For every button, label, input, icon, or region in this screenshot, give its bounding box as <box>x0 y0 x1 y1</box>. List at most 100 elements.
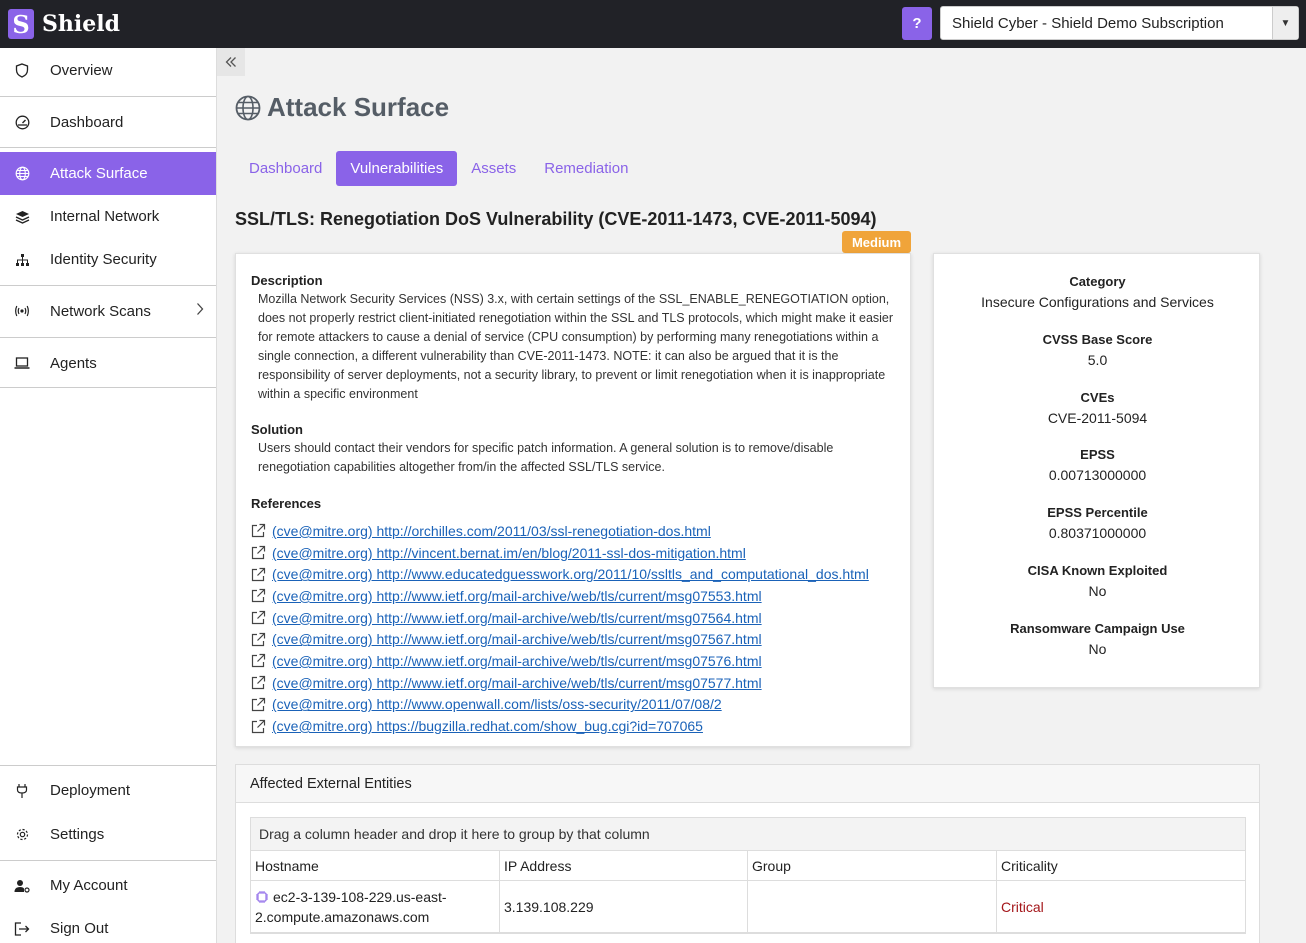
cell-hostname: ec2-3-139-108-229.us-east- 2.compute.ama… <box>251 881 500 932</box>
subscription-select[interactable]: Shield Cyber - Shield Demo Subscription … <box>940 6 1299 40</box>
reference-item: (cve@mitre.org) https://bugzilla.redhat.… <box>251 715 869 737</box>
meta-value: CVE-2011-5094 <box>1047 410 1148 426</box>
caret-down-icon[interactable]: ▼ <box>1272 7 1298 39</box>
external-link-icon <box>251 654 266 668</box>
reference-link[interactable]: (cve@mitre.org) http://www.ietf.org/mail… <box>272 588 762 604</box>
column-header-hostname[interactable]: Hostname <box>251 851 500 880</box>
meta-label: Ransomware Campaign Use <box>1010 621 1185 636</box>
sidebar-item-settings[interactable]: Settings <box>0 813 216 856</box>
reference-item: (cve@mitre.org) http://www.openwall.com/… <box>251 694 869 716</box>
reference-item: (cve@mitre.org) http://www.ietf.org/mail… <box>251 672 869 694</box>
reference-link[interactable]: (cve@mitre.org) http://www.ietf.org/mail… <box>272 653 762 669</box>
divider <box>0 387 216 388</box>
divider <box>0 285 216 286</box>
meta-label: EPSS Percentile <box>1047 505 1148 520</box>
affected-entities-card: Affected External Entities Drag a column… <box>235 764 1260 943</box>
reference-item: (cve@mitre.org) http://orchilles.com/201… <box>251 520 869 542</box>
vulnerability-meta-card: Category Insecure Configurations and Ser… <box>933 253 1260 688</box>
column-header-ip-address[interactable]: IP Address <box>500 851 748 880</box>
sidebar-item-sign-out[interactable]: Sign Out <box>0 907 216 943</box>
page-title: Attack Surface <box>235 92 449 123</box>
sign-out-icon <box>14 921 30 937</box>
meta-value: 5.0 <box>1087 352 1108 368</box>
help-button[interactable]: ? <box>902 7 932 40</box>
tab-remediation[interactable]: Remediation <box>530 151 642 186</box>
meta-cisa-known-exploited: CISA Known Exploited No <box>934 563 1261 599</box>
divider <box>0 860 216 861</box>
sidebar-item-network-scans[interactable]: Network Scans <box>0 289 216 333</box>
sidebar-item-identity-security[interactable]: Identity Security <box>0 238 216 281</box>
chevron-right-icon <box>196 303 204 320</box>
meta-label: CVSS Base Score <box>1042 332 1153 347</box>
sidebar-item-internal-network[interactable]: Internal Network <box>0 195 216 238</box>
logo-mark: S <box>8 9 34 39</box>
external-link-icon <box>251 567 266 581</box>
sidebar-item-label: Agents <box>50 354 97 372</box>
reference-item: (cve@mitre.org) http://vincent.bernat.im… <box>251 542 869 564</box>
laptop-icon <box>14 355 30 371</box>
meta-label: CVEs <box>1080 390 1115 405</box>
meta-ransomware-use: Ransomware Campaign Use No <box>934 621 1261 657</box>
broadcast-icon <box>14 303 30 319</box>
sidebar-item-label: Attack Surface <box>50 165 148 182</box>
external-link-icon <box>251 697 266 711</box>
hostname-text: ec2-3-139-108-229.us-east- <box>273 888 447 905</box>
affected-entities-heading: Affected External Entities <box>236 765 1259 803</box>
sidebar-item-attack-surface[interactable]: Attack Surface <box>0 152 216 195</box>
table-row[interactable]: ec2-3-139-108-229.us-east- 2.compute.ama… <box>251 881 1245 933</box>
group-drop-zone[interactable]: Drag a column header and drop it here to… <box>251 818 1245 851</box>
sidebar-item-label: Settings <box>50 826 105 843</box>
reference-link[interactable]: (cve@mitre.org) http://orchilles.com/201… <box>272 523 711 539</box>
gauge-icon <box>14 114 30 130</box>
sidebar-item-label: Network Scans <box>50 302 151 320</box>
reference-item: (cve@mitre.org) http://www.ietf.org/mail… <box>251 628 869 650</box>
references-heading: References <box>251 496 322 511</box>
column-header-criticality[interactable]: Criticality <box>997 851 1245 880</box>
collapse-sidebar-button[interactable] <box>217 48 245 76</box>
cell-ip-address: 3.139.108.229 <box>500 881 748 932</box>
vulnerability-details-card: Description Mozilla Network Security Ser… <box>235 253 911 747</box>
external-link-icon <box>251 524 266 538</box>
sidebar-item-agents[interactable]: Agents <box>0 341 216 385</box>
reference-link[interactable]: (cve@mitre.org) http://www.ietf.org/mail… <box>272 610 762 626</box>
reference-item: (cve@mitre.org) http://www.ietf.org/mail… <box>251 607 869 629</box>
plug-icon <box>14 783 30 799</box>
sidebar-item-deployment[interactable]: Deployment <box>0 769 216 812</box>
reference-link[interactable]: (cve@mitre.org) http://www.openwall.com/… <box>272 696 722 712</box>
gear-icon <box>14 827 30 843</box>
reference-link[interactable]: (cve@mitre.org) http://vincent.bernat.im… <box>272 545 746 561</box>
sidebar-item-my-account[interactable]: My Account <box>0 864 216 907</box>
meta-epss: EPSS 0.00713000000 <box>934 447 1261 483</box>
reference-link[interactable]: (cve@mitre.org) http://www.ietf.org/mail… <box>272 675 762 691</box>
meta-label: EPSS <box>1080 447 1115 462</box>
sidebar-item-dashboard[interactable]: Dashboard <box>0 100 216 144</box>
sidebar-item-label: Sign Out <box>50 920 109 937</box>
tab-assets[interactable]: Assets <box>457 151 530 186</box>
reference-item: (cve@mitre.org) http://www.ietf.org/mail… <box>251 650 869 672</box>
meta-label: CISA Known Exploited <box>1027 563 1168 578</box>
hostname-line: ec2-3-139-108-229.us-east- <box>255 887 447 907</box>
cell-group <box>748 881 997 932</box>
app-name: Shield <box>42 11 120 37</box>
meta-value: No <box>1088 641 1107 657</box>
reference-link[interactable]: (cve@mitre.org) https://bugzilla.redhat.… <box>272 718 703 734</box>
reference-link[interactable]: (cve@mitre.org) http://www.ietf.org/mail… <box>272 631 762 647</box>
app-logo[interactable]: S Shield <box>8 9 120 39</box>
external-link-icon <box>251 589 266 603</box>
divider <box>0 337 216 338</box>
solution-heading: Solution <box>251 422 303 437</box>
reference-link[interactable]: (cve@mitre.org) http://www.educatedguess… <box>272 566 869 582</box>
tab-dashboard[interactable]: Dashboard <box>235 151 336 186</box>
globe-icon <box>235 95 261 120</box>
sidebar-item-label: Dashboard <box>50 113 124 131</box>
description-heading: Description <box>251 273 323 288</box>
sidebar-item-overview[interactable]: Overview <box>0 48 216 93</box>
column-header-group[interactable]: Group <box>748 851 997 880</box>
meta-value: 0.00713000000 <box>1048 467 1147 483</box>
meta-cves: CVEs CVE-2011-5094 <box>934 390 1261 426</box>
meta-value: No <box>1088 583 1107 599</box>
hostname-text-continued: 2.compute.amazonaws.com <box>255 908 430 925</box>
external-link-icon <box>251 719 266 733</box>
meta-cvss-score: CVSS Base Score 5.0 <box>934 332 1261 368</box>
tab-vulnerabilities[interactable]: Vulnerabilities <box>336 151 458 186</box>
